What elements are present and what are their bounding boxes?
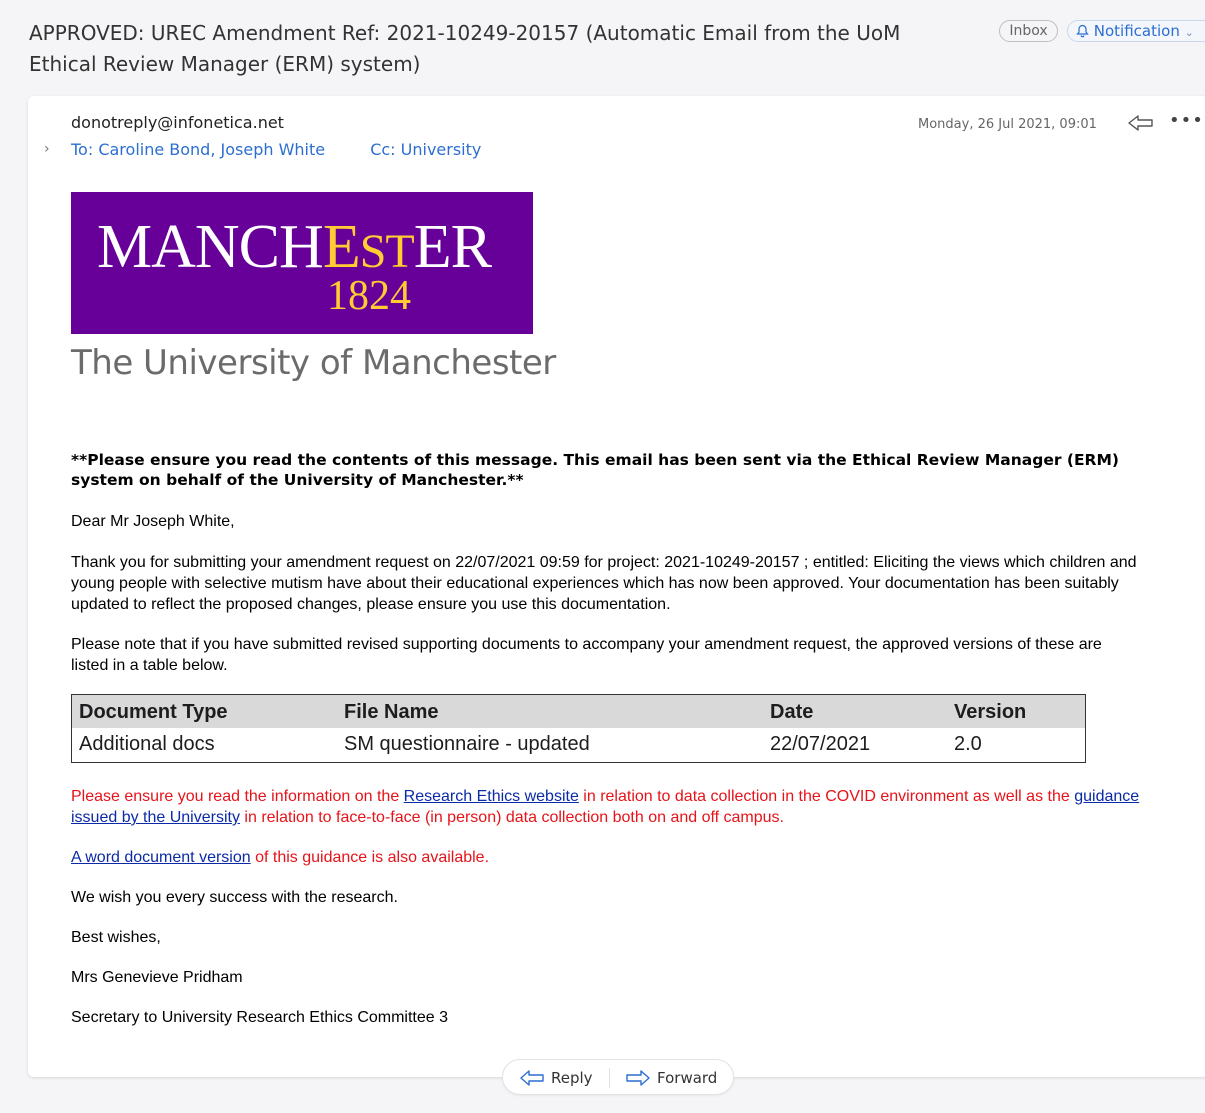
reply-label: Reply xyxy=(551,1069,593,1087)
notification-label-text: Notification xyxy=(1093,22,1180,40)
column-header: Date xyxy=(763,694,947,728)
table-row: Additional docs SM questionnaire - updat… xyxy=(72,728,1086,763)
inbox-label-text: Inbox xyxy=(1009,23,1048,39)
closing-wish: We wish you every success with the resea… xyxy=(71,889,398,906)
table-cell: Additional docs xyxy=(79,733,215,755)
footer-divider xyxy=(609,1068,610,1088)
documents-note: Please note that if you have submitted r… xyxy=(71,636,1102,674)
reply-button[interactable]: Reply xyxy=(519,1068,593,1088)
reply-forward-bar: Reply Forward xyxy=(502,1059,734,1095)
email-subject: APPROVED: UREC Amendment Ref: 2021-10249… xyxy=(29,21,901,76)
logo-year: 1824 xyxy=(327,273,411,319)
sender-address[interactable]: donotreply@infonetica.net xyxy=(71,113,284,132)
column-header: Document Type xyxy=(71,694,337,728)
reply-icon xyxy=(519,1069,551,1087)
research-ethics-website-link[interactable]: Research Ethics website xyxy=(404,788,579,805)
recipients-line[interactable]: To: Caroline Bond, Joseph White Cc: Univ… xyxy=(71,140,481,159)
forward-icon xyxy=(625,1069,657,1087)
logo-caption: The University of Manchester xyxy=(71,343,556,383)
notification-label-dropdown[interactable]: Notification ⌄ xyxy=(1067,20,1205,42)
more-options-icon[interactable]: ••• xyxy=(1169,110,1204,131)
forward-button[interactable]: Forward xyxy=(625,1068,717,1088)
approval-paragraph: Thank you for submitting your amendment … xyxy=(71,554,1137,613)
table-cell: SM questionnaire - updated xyxy=(344,733,590,755)
signatory-title: Secretary to University Research Ethics … xyxy=(71,1009,449,1026)
forward-label: Forward xyxy=(657,1069,718,1087)
table-cell: 2.0 xyxy=(954,733,982,755)
column-header: Version xyxy=(947,694,1086,728)
notice-text: **Please ensure you read the contents of… xyxy=(71,451,1119,489)
sign-off: Best wishes, xyxy=(71,929,161,946)
to-recipients[interactable]: To: Caroline Bond, Joseph White xyxy=(71,140,325,159)
signatory-name: Mrs Genevieve Pridham xyxy=(71,969,243,986)
expand-recipients-chevron-icon[interactable]: › xyxy=(44,141,50,157)
column-header: File Name xyxy=(337,694,763,728)
reply-icon[interactable] xyxy=(1127,113,1155,133)
logo-wordmark: MANCHESTER xyxy=(97,213,492,281)
chevron-down-icon: ⌄ xyxy=(1184,26,1194,39)
approved-documents-table: Document Type File Name Date Version Add… xyxy=(71,694,1086,763)
message-date: Monday, 26 Jul 2021, 09:01 xyxy=(918,117,1097,132)
inbox-label-badge[interactable]: Inbox xyxy=(999,20,1058,42)
greeting: Dear Mr Joseph White, xyxy=(71,513,235,530)
table-header-row: Document Type File Name Date Version xyxy=(71,694,1086,728)
table-cell: 22/07/2021 xyxy=(770,733,871,755)
covid-guidance-paragraph: Please ensure you read the information o… xyxy=(71,788,1140,826)
university-logo: MANCHESTER 1824 xyxy=(71,192,533,334)
word-version-paragraph: A word document version of this guidance… xyxy=(71,849,490,866)
cc-recipients[interactable]: Cc: University xyxy=(370,140,481,159)
bell-icon xyxy=(1076,22,1094,40)
word-document-link[interactable]: A word document version xyxy=(71,849,251,866)
